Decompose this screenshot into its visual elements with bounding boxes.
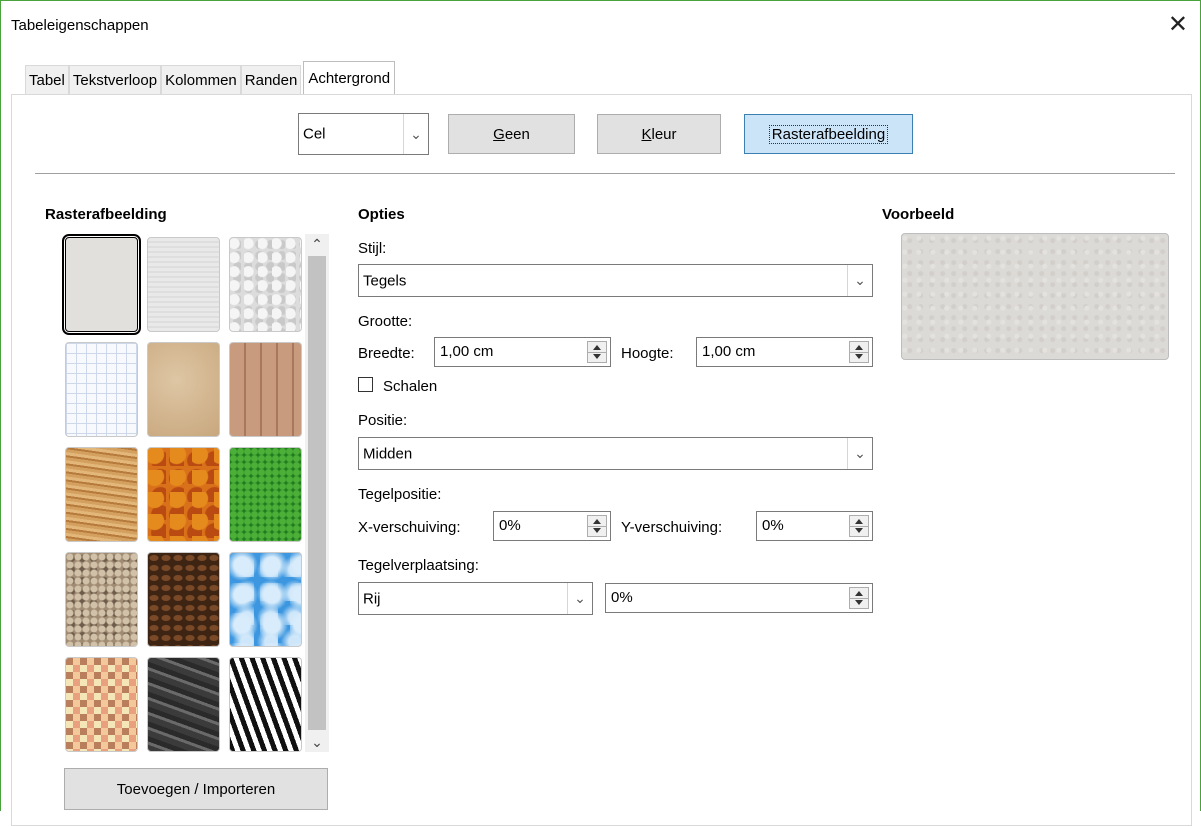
height-spinbox[interactable]: 1,00 cm bbox=[696, 337, 873, 367]
title-bar: Tabeleigenschappen ✕ bbox=[1, 1, 1200, 45]
bitmap-grid bbox=[62, 234, 304, 752]
tile-coffee-beans[interactable] bbox=[147, 552, 220, 647]
color-button[interactable]: Kleur bbox=[597, 114, 721, 154]
tab-randen[interactable]: Randen bbox=[240, 65, 302, 95]
add-import-button-label: Toevoegen / Importeren bbox=[116, 780, 276, 798]
apply-to-value: Cel bbox=[303, 125, 326, 143]
bitmap-button[interactable]: Rasterafbeelding bbox=[744, 114, 913, 154]
tile-parchment[interactable] bbox=[147, 342, 220, 437]
tab-achtergrond[interactable]: Achtergrond bbox=[303, 61, 396, 95]
window-title: Tabeleigenschappen bbox=[11, 17, 149, 34]
scroll-up-icon[interactable]: ⌃ bbox=[305, 234, 329, 254]
tile-stone[interactable] bbox=[147, 657, 220, 752]
spin-arrows-icon[interactable] bbox=[587, 515, 607, 537]
add-import-button[interactable]: Toevoegen / Importeren bbox=[64, 768, 328, 810]
none-button-mnemonic: G bbox=[493, 125, 505, 143]
bitmap-scrollbar[interactable]: ⌃ ⌄ bbox=[305, 234, 329, 752]
tile-offset-mode-select[interactable]: Rij ⌄ bbox=[358, 582, 593, 615]
scroll-thumb[interactable] bbox=[308, 256, 326, 730]
chevron-down-icon: ⌄ bbox=[403, 114, 428, 154]
spin-arrows-icon[interactable] bbox=[849, 587, 869, 609]
y-offset-value: 0% bbox=[762, 517, 784, 534]
tab-tabel[interactable]: Tabel bbox=[25, 65, 69, 95]
tile-position-label: Tegelpositie: bbox=[358, 486, 442, 503]
scale-label[interactable]: Schalen bbox=[383, 378, 437, 395]
tile-offset-value: 0% bbox=[611, 589, 633, 606]
spin-arrows-icon[interactable] bbox=[849, 515, 869, 537]
tile-mosaic[interactable] bbox=[65, 657, 138, 752]
tile-offset-spinbox[interactable]: 0% bbox=[605, 583, 873, 613]
style-value: Tegels bbox=[363, 272, 407, 289]
tile-fence[interactable] bbox=[229, 342, 302, 437]
none-button[interactable]: Geen bbox=[448, 114, 575, 154]
tile-grass[interactable] bbox=[229, 447, 302, 542]
style-select[interactable]: Tegels ⌄ bbox=[358, 264, 873, 297]
scroll-down-icon[interactable]: ⌄ bbox=[305, 732, 329, 752]
x-offset-label: X-verschuiving: bbox=[358, 519, 461, 536]
tile-paper-texture[interactable] bbox=[147, 237, 220, 332]
height-value: 1,00 cm bbox=[702, 343, 756, 360]
tile-pebbles[interactable] bbox=[65, 552, 138, 647]
close-icon[interactable]: ✕ bbox=[1168, 10, 1188, 39]
tile-painted-white[interactable] bbox=[62, 234, 141, 335]
x-offset-spinbox[interactable]: 0% bbox=[493, 511, 611, 541]
tile-offset-label: Tegelverplaatsing: bbox=[358, 557, 479, 574]
scale-checkbox[interactable] bbox=[358, 377, 373, 392]
size-label: Grootte: bbox=[358, 313, 413, 330]
none-button-rest: een bbox=[504, 125, 530, 143]
tile-sky[interactable] bbox=[229, 552, 302, 647]
tile-paper-crumpled[interactable] bbox=[229, 237, 302, 332]
width-value: 1,00 cm bbox=[440, 343, 494, 360]
preview-heading: Voorbeeld bbox=[882, 206, 955, 223]
position-select[interactable]: Midden ⌄ bbox=[358, 437, 873, 470]
y-offset-label: Y-verschuiving: bbox=[621, 519, 723, 536]
preview-image bbox=[901, 233, 1169, 360]
color-button-rest: leur bbox=[651, 125, 677, 143]
width-label: Breedte: bbox=[358, 345, 415, 362]
width-spinbox[interactable]: 1,00 cm bbox=[434, 337, 611, 367]
tile-zebra[interactable] bbox=[229, 657, 302, 752]
spin-arrows-icon[interactable] bbox=[587, 341, 607, 363]
tile-offset-mode-value: Rij bbox=[363, 590, 381, 607]
chevron-down-icon: ⌄ bbox=[567, 583, 592, 614]
tile-maple-leaves[interactable] bbox=[147, 447, 220, 542]
spin-arrows-icon[interactable] bbox=[849, 341, 869, 363]
chevron-down-icon: ⌄ bbox=[847, 265, 872, 296]
position-label: Positie: bbox=[358, 412, 408, 429]
y-offset-spinbox[interactable]: 0% bbox=[756, 511, 873, 541]
separator bbox=[35, 173, 1175, 174]
tile-grid-paper[interactable] bbox=[65, 342, 138, 437]
x-offset-value: 0% bbox=[499, 517, 521, 534]
color-button-mnemonic: K bbox=[641, 125, 652, 143]
bitmap-heading: Rasterafbeelding bbox=[45, 206, 167, 223]
chevron-down-icon: ⌄ bbox=[847, 438, 872, 469]
tab-bar: Tabel Tekstverloop Kolommen Randen Achte… bbox=[25, 61, 396, 95]
position-value: Midden bbox=[363, 445, 413, 462]
bitmap-button-label: Rasterafbeelding bbox=[768, 124, 889, 144]
style-label: Stijl: bbox=[358, 240, 387, 257]
options-heading: Opties bbox=[358, 206, 405, 223]
tile-wood[interactable] bbox=[65, 447, 138, 542]
tab-tekstverloop[interactable]: Tekstverloop bbox=[68, 65, 162, 95]
height-label: Hoogte: bbox=[621, 345, 674, 362]
apply-to-select[interactable]: Cel ⌄ bbox=[298, 113, 429, 155]
tab-kolommen[interactable]: Kolommen bbox=[161, 65, 241, 95]
